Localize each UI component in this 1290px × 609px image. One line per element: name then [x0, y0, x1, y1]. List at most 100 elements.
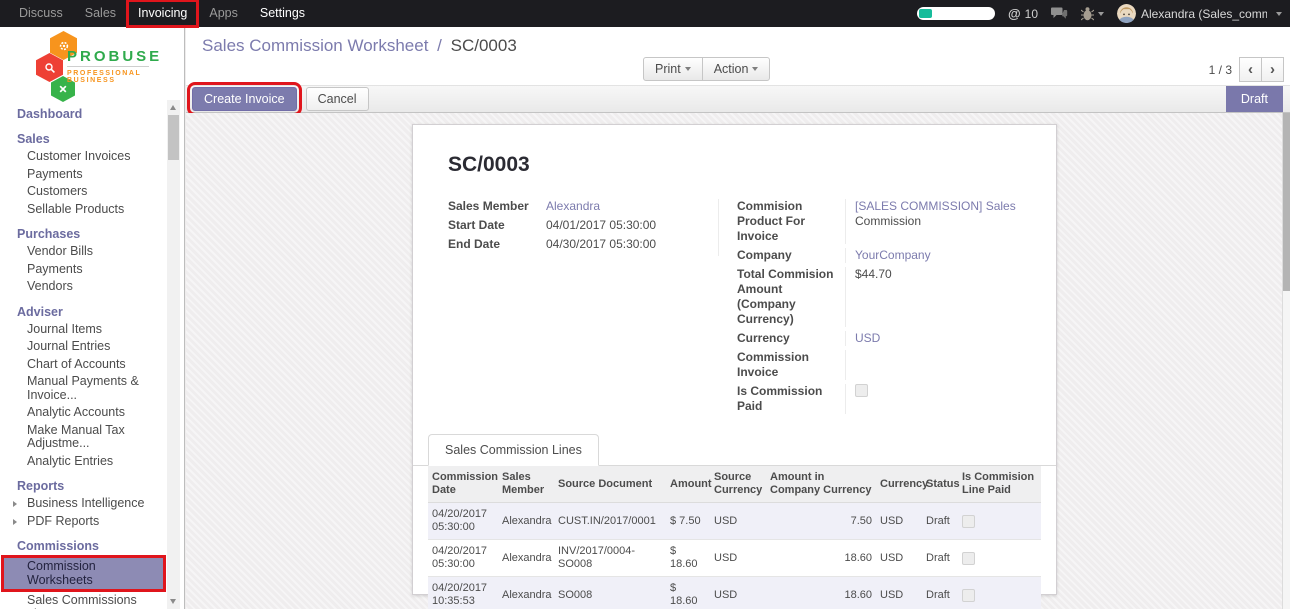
start-date-value[interactable]: 04/01/2017 05:30:00	[546, 218, 656, 233]
cancel-button[interactable]: Cancel	[306, 87, 369, 111]
sidebar-section-sales[interactable]: Sales	[0, 131, 166, 148]
end-date-value[interactable]: 04/30/2017 05:30:00	[546, 237, 656, 252]
sidebar-scrollbar[interactable]	[167, 100, 180, 609]
sidebar-item-chart-of-accounts[interactable]: Chart of Accounts	[0, 356, 166, 374]
menu-apps[interactable]: Apps	[198, 0, 249, 27]
field-label: Is Commission Paid	[737, 384, 846, 414]
sidebar-item-journal-items[interactable]: Journal Items	[0, 321, 166, 339]
sidebar-item-manual-payments[interactable]: Manual Payments & Invoice...	[0, 373, 166, 404]
sidebar-item-pdf-reports[interactable]: PDF Reports	[0, 513, 166, 531]
scroll-down-icon[interactable]	[170, 599, 176, 604]
sidebar-section-commissions[interactable]: Commissions	[0, 538, 166, 555]
sidebar-item-vendors[interactable]: Vendors	[0, 278, 166, 296]
form-view: SC/0003 Sales MemberAlexandra Start Date…	[186, 113, 1282, 609]
cell-source-currency: USD	[710, 503, 766, 540]
field-group-right: Commision Product For Invoice [SALES COM…	[737, 199, 1021, 418]
menu-settings[interactable]: Settings	[249, 0, 316, 27]
column-header[interactable]: Currency	[876, 466, 922, 503]
menu-sales[interactable]: Sales	[74, 0, 127, 27]
print-button[interactable]: Print	[643, 57, 703, 81]
print-label: Print	[655, 62, 681, 76]
sidebar-item-dashboard[interactable]: Dashboard	[0, 106, 166, 123]
sidebar-item-label: Business Intelligence	[27, 496, 144, 510]
column-header[interactable]: Source Currency	[710, 466, 766, 503]
column-header[interactable]: Amount in Company Currency	[766, 466, 876, 503]
cell-commission-date: 04/20/2017 05:30:00	[428, 503, 498, 540]
field-label: End Date	[448, 237, 546, 252]
chevron-down-icon	[685, 67, 691, 71]
currency-link[interactable]: USD	[855, 331, 880, 345]
pager-counter: 1 / 3	[1209, 63, 1232, 77]
sidebar-item-analytic-entries[interactable]: Analytic Entries	[0, 453, 166, 471]
scroll-up-icon[interactable]	[170, 105, 176, 110]
sidebar-section-purchases[interactable]: Purchases	[0, 226, 166, 243]
action-button[interactable]: Action	[702, 57, 771, 81]
pager-next-button[interactable]: ›	[1261, 57, 1284, 82]
sidebar-item-commission-worksheets[interactable]: Commission Worksheets	[4, 558, 163, 589]
cell-source-document: SO008	[554, 577, 666, 609]
debug-menu[interactable]	[1081, 6, 1104, 21]
table-row[interactable]: 04/20/2017 05:30:00 Alexandra INV/2017/0…	[428, 540, 1041, 577]
line-paid-checkbox[interactable]	[962, 552, 975, 565]
messages-icon[interactable]	[1051, 7, 1068, 21]
scrollbar-thumb[interactable]	[168, 115, 179, 160]
notebook-tabs: Sales Commission Lines	[413, 434, 1056, 466]
menu-discuss[interactable]: Discuss	[8, 0, 74, 27]
timer-widget[interactable]	[917, 7, 995, 20]
commission-product-link[interactable]: [SALES COMMISSION] Sales	[855, 199, 1016, 213]
cell-currency: USD	[876, 540, 922, 577]
cell-commission-date: 04/20/2017 05:30:00	[428, 540, 498, 577]
create-invoice-button[interactable]: Create Invoice	[192, 87, 297, 111]
cell-line-paid	[958, 540, 1041, 577]
column-header[interactable]: Sales Member	[498, 466, 554, 503]
activities-counter[interactable]: @ 10	[1008, 6, 1038, 21]
total-commission-amount-value: $44.70	[855, 267, 892, 282]
cell-amount: $ 18.60	[666, 577, 710, 609]
sidebar-item-business-intelligence[interactable]: Business Intelligence	[0, 495, 166, 513]
line-paid-checkbox[interactable]	[962, 515, 975, 528]
sidebar-item-customers[interactable]: Customers	[0, 183, 166, 201]
sidebar-item-analytic-accounts[interactable]: Analytic Accounts	[0, 404, 166, 422]
cell-status: Draft	[922, 503, 958, 540]
expand-icon	[13, 519, 17, 525]
tab-sales-commission-lines[interactable]: Sales Commission Lines	[428, 434, 599, 466]
sidebar-item-payments-sales[interactable]: Payments	[0, 166, 166, 184]
sidebar-item-sellable-products[interactable]: Sellable Products	[0, 201, 166, 219]
column-header[interactable]: Commission Date	[428, 466, 498, 503]
column-header[interactable]: Source Document	[554, 466, 666, 503]
sidebar-item-vendor-bills[interactable]: Vendor Bills	[0, 243, 166, 261]
pager-previous-button[interactable]: ‹	[1239, 57, 1262, 82]
commission-product-text: Commission	[855, 214, 921, 228]
breadcrumb-separator: /	[437, 36, 442, 55]
sidebar-item-customer-invoices[interactable]: Customer Invoices	[0, 148, 166, 166]
cell-line-paid	[958, 577, 1041, 609]
user-menu[interactable]: Alexandra (Sales_comm...	[1117, 4, 1282, 23]
sidebar-section-reports[interactable]: Reports	[0, 478, 166, 495]
scrollbar-thumb[interactable]	[1283, 113, 1290, 291]
breadcrumb-parent-link[interactable]: Sales Commission Worksheet	[202, 36, 428, 55]
company-link[interactable]: YourCompany	[855, 248, 931, 262]
column-header[interactable]: Amount	[666, 466, 710, 503]
sidebar-item-journal-entries[interactable]: Journal Entries	[0, 338, 166, 356]
activities-count: 10	[1025, 7, 1038, 21]
cell-sales-member: Alexandra	[498, 540, 554, 577]
cell-status: Draft	[922, 577, 958, 609]
page-scrollbar[interactable]	[1282, 113, 1290, 609]
form-statusbar: Create Invoice Cancel Draft	[186, 85, 1290, 113]
app-menu: Discuss Sales Invoicing Apps Settings	[8, 0, 316, 27]
activities-at-icon: @	[1008, 6, 1021, 21]
column-header[interactable]: Status	[922, 466, 958, 503]
sidebar: PROBUSE PROFESSIONAL BUSINESS Dashboard …	[0, 27, 185, 609]
sidebar-item-payments-purchases[interactable]: Payments	[0, 261, 166, 279]
table-row[interactable]: 04/20/2017 05:30:00 Alexandra CUST.IN/20…	[428, 503, 1041, 540]
line-paid-checkbox[interactable]	[962, 589, 975, 602]
sidebar-section-adviser[interactable]: Adviser	[0, 304, 166, 321]
cell-source-document: INV/2017/0004-SO008	[554, 540, 666, 577]
table-row[interactable]: 04/20/2017 10:35:53 Alexandra SO008 $ 18…	[428, 577, 1041, 609]
sidebar-item-tax-adjustments[interactable]: Make Manual Tax Adjustme...	[0, 422, 166, 453]
menu-invoicing[interactable]: Invoicing	[127, 0, 198, 27]
sidebar-item-sales-commissions-lines[interactable]: Sales Commissions Lines	[0, 592, 166, 609]
is-commission-paid-checkbox[interactable]	[855, 384, 868, 397]
sales-member-link[interactable]: Alexandra	[546, 199, 600, 213]
column-header[interactable]: Is Commision Line Paid	[958, 466, 1041, 503]
